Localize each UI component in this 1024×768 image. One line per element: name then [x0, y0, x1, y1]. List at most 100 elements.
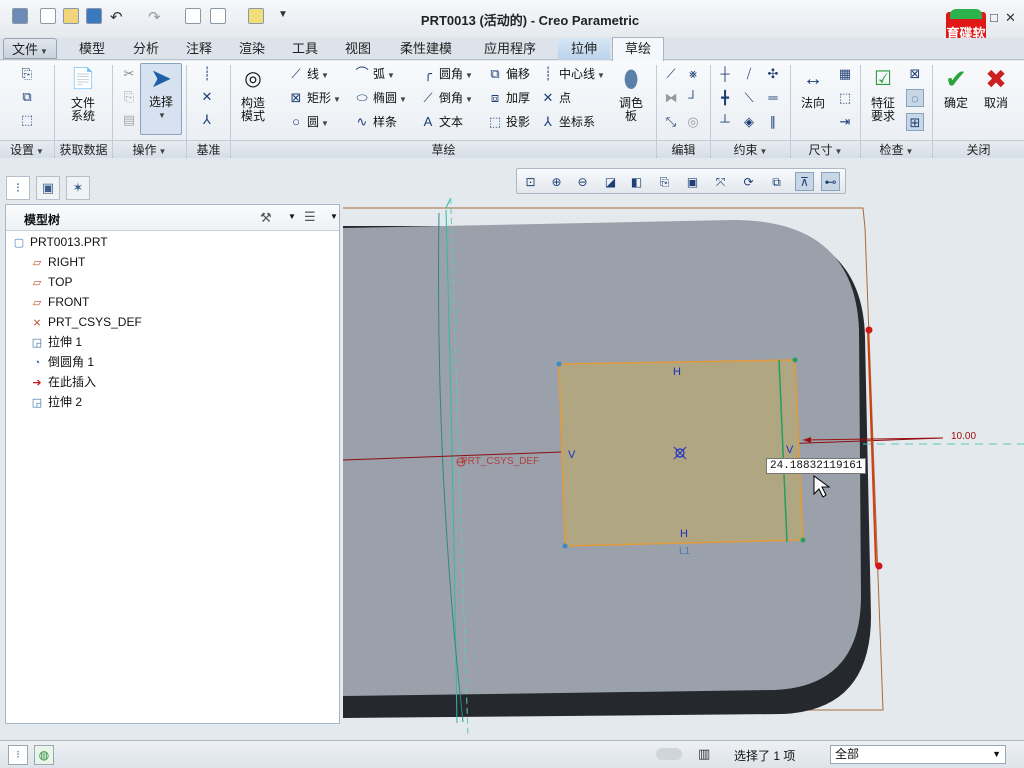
line-tool[interactable]: ⟋ 线 ▼ — [288, 65, 329, 83]
tab-analysis[interactable]: 分析 — [120, 38, 172, 60]
smart-filter-icon[interactable]: ▥ — [698, 746, 710, 762]
display-style-icon[interactable]: ◧ — [627, 172, 646, 191]
tree-item-insert-here[interactable]: ➔ 在此插入 — [30, 372, 96, 392]
group-operations[interactable]: 操作 ▼ — [113, 140, 186, 158]
group-setup[interactable]: 设置 ▼ — [0, 140, 54, 158]
tree-item-csys[interactable]: ⨯ PRT_CSYS_DEF — [30, 312, 141, 332]
shade-closed-loops-icon[interactable]: ⊞ — [906, 113, 924, 131]
tree-columns-icon[interactable]: ☰ — [304, 209, 316, 225]
tangent-constraint-icon[interactable]: ╋ — [716, 89, 734, 107]
folder-browser-tab-icon[interactable]: ▣ — [36, 176, 60, 200]
window-icon[interactable] — [210, 8, 226, 24]
browser-toggle-icon[interactable]: ◍ — [34, 745, 54, 765]
annotation-display-icon[interactable]: ⧉ — [767, 172, 786, 191]
undo-icon[interactable]: ↶ — [110, 8, 123, 26]
fillet-tool[interactable]: ╭ 圆角 ▼ — [420, 65, 473, 83]
point-tool[interactable]: ✕ 点 — [540, 89, 571, 107]
divide-icon[interactable]: ⤡ — [662, 113, 680, 131]
cancel-button[interactable]: ✖ 取消 — [978, 65, 1014, 110]
close-window-icon[interactable] — [248, 8, 264, 24]
tree-settings-icon[interactable]: ⚒ — [260, 210, 272, 226]
tree-item-extrude-1[interactable]: ◲ 拉伸 1 — [30, 332, 82, 352]
construction-mode-button[interactable]: ◎ 构造 模式 — [234, 65, 272, 123]
midpoint-constraint-icon[interactable]: ⟍ — [740, 89, 758, 107]
dimension-value-label[interactable]: 10.00 — [951, 431, 976, 442]
reference-dim-icon[interactable]: ⬚ — [836, 89, 854, 107]
zoom-in-icon[interactable]: ⊕ — [547, 172, 566, 191]
navigator-toggle-icon[interactable]: ⁝ — [8, 745, 28, 765]
save-icon[interactable] — [86, 8, 102, 24]
tree-item-extrude-2[interactable]: ◲ 拉伸 2 — [30, 392, 82, 412]
tree-item-part[interactable]: ▢ PRT0013.PRT — [12, 232, 108, 252]
equal-constraint-icon[interactable]: ◈ — [740, 113, 758, 131]
tab-render[interactable]: 渲染 — [226, 38, 278, 60]
tab-annotate[interactable]: 注释 — [173, 38, 225, 60]
datum-point-icon[interactable]: ✕ — [198, 88, 216, 106]
selection-filter-dropdown[interactable]: 全部 ▼ — [830, 745, 1006, 764]
group-constrain[interactable]: 约束 ▼ — [711, 140, 790, 158]
constraint-display-icon[interactable]: ⊷ — [821, 172, 840, 191]
tree-item-top[interactable]: ▱ TOP — [30, 272, 73, 292]
model-viewport[interactable] — [343, 198, 1024, 738]
baseline-icon[interactable]: ⇥ — [836, 113, 854, 131]
open-folder-icon[interactable] — [63, 8, 79, 24]
tab-view[interactable]: 视图 — [332, 38, 384, 60]
dimension-input-box[interactable]: 24.18832119161 — [766, 458, 867, 474]
saved-orientations-icon[interactable]: ⎘ — [655, 172, 674, 191]
zoom-out-icon[interactable]: ⊖ — [573, 172, 592, 191]
tab-flexible-modeling[interactable]: 柔性建模 — [388, 38, 464, 60]
horizontal-constraint-icon[interactable]: ⧸ — [740, 65, 758, 83]
datum-csys-icon[interactable]: ⅄ — [198, 111, 216, 129]
redo-icon[interactable]: ↷ — [148, 8, 161, 26]
tab-model[interactable]: 模型 — [66, 38, 118, 60]
refit-icon[interactable]: ⊡ — [521, 172, 540, 191]
group-inspect[interactable]: 检查 ▼ — [861, 140, 932, 158]
feature-requirements-button[interactable]: ☑ 特征 要求 — [864, 65, 902, 123]
corner-icon[interactable]: ┘ — [684, 89, 702, 107]
customize-qat-icon[interactable]: ▼ — [278, 9, 288, 20]
rotate-resize-icon[interactable]: ◎ — [684, 113, 702, 131]
sketch-display-icon[interactable]: ⊼ — [795, 172, 814, 191]
centerline-datum-icon[interactable]: ┊ — [198, 65, 216, 83]
view-manager-icon[interactable]: ▣ — [683, 172, 702, 191]
palette-button[interactable]: ⬮ 调色 板 — [612, 65, 650, 123]
spline-tool[interactable]: ∿ 样条 — [354, 113, 397, 131]
mirror-icon[interactable]: ⧓ — [662, 89, 680, 107]
tree-settings-dropdown-icon[interactable]: ▼ — [288, 212, 296, 221]
group-dimension[interactable]: 尺寸 ▼ — [791, 140, 860, 158]
tree-item-right[interactable]: ▱ RIGHT — [30, 252, 86, 272]
sketch-setup-icon[interactable]: ⎘ — [18, 65, 36, 83]
references-icon[interactable]: ⧉ — [18, 88, 36, 106]
centerline-tool[interactable]: ┊ 中心线 ▼ — [540, 65, 605, 83]
normal-dimension-button[interactable]: ↔ 法向 — [794, 65, 832, 110]
sketch-view-icon[interactable]: ⬚ — [18, 111, 36, 129]
ellipse-tool[interactable]: ⬭ 椭圆 ▼ — [354, 89, 407, 107]
tab-file[interactable]: 文件 ▼ — [3, 38, 57, 59]
vertical-constraint-icon[interactable]: ┼ — [716, 65, 734, 83]
chamfer-tool[interactable]: ⟋ 倒角 ▼ — [420, 89, 473, 107]
sketch-rectangle[interactable] — [558, 359, 804, 547]
tree-item-round-1[interactable]: ◔ 倒圆角 1 — [30, 352, 94, 372]
paste-icon[interactable]: ▤ — [120, 111, 138, 129]
copy-icon[interactable]: ⎘ — [120, 88, 138, 106]
arc-tool[interactable]: ⌒ 弧 ▼ — [354, 65, 394, 83]
offset-tool[interactable]: ⧉ 偏移 — [487, 65, 530, 83]
perimeter-icon[interactable]: ▦ — [836, 65, 854, 83]
symmetric-constraint-icon[interactable]: ┴ — [716, 113, 734, 131]
overlap-geometry-icon[interactable]: ⊠ — [906, 65, 924, 83]
tab-applications[interactable]: 应用程序 — [470, 38, 550, 60]
tree-item-front[interactable]: ▱ FRONT — [30, 292, 90, 312]
perspective-icon[interactable]: ⤧ — [711, 172, 730, 191]
coincident-constraint-icon[interactable]: ═ — [764, 89, 782, 107]
project-tool[interactable]: ⬚ 投影 — [487, 113, 530, 131]
file-system-button[interactable]: 📄 文件 系统 — [60, 65, 106, 123]
graphics-window[interactable]: PRT_CSYS_DEF H H V V L1 24.18832119161 1… — [343, 198, 1024, 738]
repaint-icon[interactable]: ◪ — [601, 172, 620, 191]
maximize-button[interactable]: □ — [990, 10, 998, 25]
thicken-tool[interactable]: ⧈ 加厚 — [487, 89, 530, 107]
tree-columns-dropdown-icon[interactable]: ▼ — [330, 212, 338, 221]
modify-icon[interactable]: ⟋ — [662, 65, 680, 83]
close-button[interactable]: ✕ — [1005, 10, 1016, 26]
tab-tools[interactable]: 工具 — [279, 38, 331, 60]
csys-tool[interactable]: ⅄ 坐标系 — [540, 113, 595, 131]
